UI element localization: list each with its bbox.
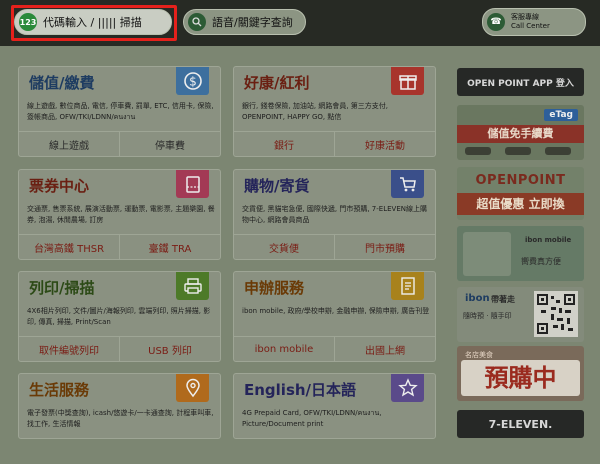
ibon-mobile-button[interactable]: ibon mobile [234, 337, 334, 361]
tra-button[interactable]: 臺鐵 TRA [119, 235, 220, 259]
online-games-button[interactable]: 線上遊戲 [19, 132, 119, 156]
deals-events-button[interactable]: 好康活動 [334, 132, 435, 156]
car-icon [465, 147, 491, 155]
dollar-icon: $ [176, 67, 209, 95]
ibon-mobile-app-banner[interactable]: ibon mobile 嚮費真方便 [457, 226, 584, 281]
card-topup-payment[interactable]: 儲值/繳費 $ 線上遊戲, 數位商品, 電信, 停車費, 罰單, ETC, 信用… [18, 66, 221, 157]
qr-promo-line2: 隨時預 · 隨手印 [463, 312, 512, 320]
usb-print-button[interactable]: USB 列印 [119, 337, 220, 361]
etag-logo: eTag [544, 109, 578, 121]
openpoint-promo-text: 超值優惠 立即換 [457, 193, 584, 215]
star-icon [391, 374, 424, 402]
voice-keyword-search-label: 語音/關鍵字查詢 [212, 16, 293, 29]
etag-text: 儲值免手續費 [457, 125, 584, 143]
card-deals-rewards[interactable]: 好康/紅利 銀行, 錢卷保險, 加油站, 網路會員, 第三方支付, OPENPO… [233, 66, 436, 157]
openpoint-app-login-button[interactable]: OPEN POINT APP 登入 [457, 68, 584, 96]
etag-banner[interactable]: eTag 儲值免手續費 [457, 105, 584, 160]
card-title: 儲值/繳費 [29, 74, 95, 92]
highlight-box [11, 5, 177, 41]
cart-icon [391, 170, 424, 198]
bank-button[interactable]: 銀行 [234, 132, 334, 156]
person-photo [463, 232, 511, 276]
card-description: 電子發票(中獎查詢), icash/悠遊卡/一卡通查詢, 計程車叫車, 找工作,… [27, 409, 214, 428]
location-pin-icon [176, 374, 209, 402]
call-center-label-en: Call Center [511, 22, 550, 30]
openpoint-promo-banner[interactable]: OPENPOINT 超值優惠 立即換 [457, 167, 584, 220]
card-life-services[interactable]: 生活服務 電子發票(中獎查詢), icash/悠遊卡/一卡通查詢, 計程車叫車,… [18, 373, 221, 439]
search-icon [188, 13, 206, 31]
card-application-services[interactable]: 申辦服務 ibon mobile, 政府/學校申辦, 金融申辦, 保險申辦, 廣… [233, 271, 436, 362]
card-print-scan[interactable]: 列印/掃描 4X6相片列印, 文件/圖片/海報列印, 雲端列印, 照片掃描, 影… [18, 271, 221, 362]
card-description: 4X6相片列印, 文件/圖片/海報列印, 雲端列印, 照片掃描, 影印, 傳真,… [27, 307, 211, 326]
card-description: ibon mobile, 政府/學校申辦, 金融申辦, 保險申辦, 廣告刊登 [242, 307, 430, 315]
card-title: English/日本語 [244, 381, 357, 399]
seven-eleven-button[interactable]: 7-ELEVEN. [457, 410, 584, 438]
card-ticket-center[interactable]: 票券中心 交通票, 售票系統, 展演活動票, 運動票, 電影票, 主題樂園, 餐… [18, 169, 221, 260]
card-description: 交貨便, 黑貓宅急便, 國際快遞, 門市預購, 7-ELEVEN線上購物中心, … [242, 205, 427, 224]
call-center-button[interactable]: ☎ 客服專線 Call Center [482, 8, 586, 36]
card-description: 銀行, 錢卷保險, 加油站, 網路會員, 第三方支付, OPENPOINT, H… [242, 102, 389, 121]
card-description: 交通票, 售票系統, 展演活動票, 運動票, 電影票, 主題樂園, 餐券, 泡湯… [27, 205, 215, 224]
preorder-banner[interactable]: 名店美食 預購中 [457, 346, 584, 401]
delivery-button[interactable]: 交貨便 [234, 235, 334, 259]
openpoint-logo: OPENPOINT [475, 173, 566, 188]
car-icon [505, 147, 531, 155]
car-icon [545, 147, 571, 155]
voice-keyword-search-button[interactable]: 語音/關鍵字查詢 [183, 9, 306, 35]
parking-fee-button[interactable]: 停車費 [119, 132, 220, 156]
svg-text:$: $ [189, 75, 197, 89]
ticket-icon [176, 170, 209, 198]
phone-icon: ☎ [487, 13, 505, 31]
preorder-big-text: 預購中 [461, 360, 580, 396]
printer-icon [176, 272, 209, 300]
document-icon [391, 272, 424, 300]
card-description: 線上遊戲, 數位商品, 電信, 停車費, 罰單, ETC, 信用卡, 保險, 簽… [27, 102, 214, 121]
card-shopping-shipping[interactable]: 購物/寄貨 交貨便, 黑貓宅急便, 國際快遞, 門市預購, 7-ELEVEN線上… [233, 169, 436, 260]
call-center-label-zh: 客服專線 [511, 13, 539, 21]
card-description: 4G Prepaid Card, OFW/TKI/LDNN/คนงาน, Pic… [242, 409, 382, 428]
pickup-code-print-button[interactable]: 取件編號列印 [19, 337, 119, 361]
card-title: 好康/紅利 [244, 74, 310, 92]
ibon-mobile-logo: ibon mobile [525, 236, 572, 244]
qr-promo-line1: 帶著走 [491, 295, 515, 304]
thsr-button[interactable]: 台灣高鐵 THSR [19, 235, 119, 259]
card-title: 票券中心 [29, 177, 90, 195]
preorder-small-text: 名店美食 [465, 351, 493, 359]
card-title: 申辦服務 [244, 279, 305, 297]
card-english-japanese[interactable]: English/日本語 4G Prepaid Card, OFW/TKI/LDN… [233, 373, 436, 439]
card-title: 列印/掃描 [29, 279, 95, 297]
ibon-qr-banner[interactable]: ibon 帶著走 隨時預 · 隨手印 [457, 287, 584, 342]
ibon-logo: ibon [465, 293, 490, 304]
gift-icon [391, 67, 424, 95]
overseas-internet-button[interactable]: 出國上網 [334, 337, 435, 361]
ibon-mobile-text: 嚮費真方便 [521, 257, 561, 266]
store-preorder-button[interactable]: 門市預購 [334, 235, 435, 259]
qr-code-icon [534, 291, 578, 337]
card-title: 生活服務 [29, 381, 90, 399]
card-title: 購物/寄貨 [244, 177, 310, 195]
